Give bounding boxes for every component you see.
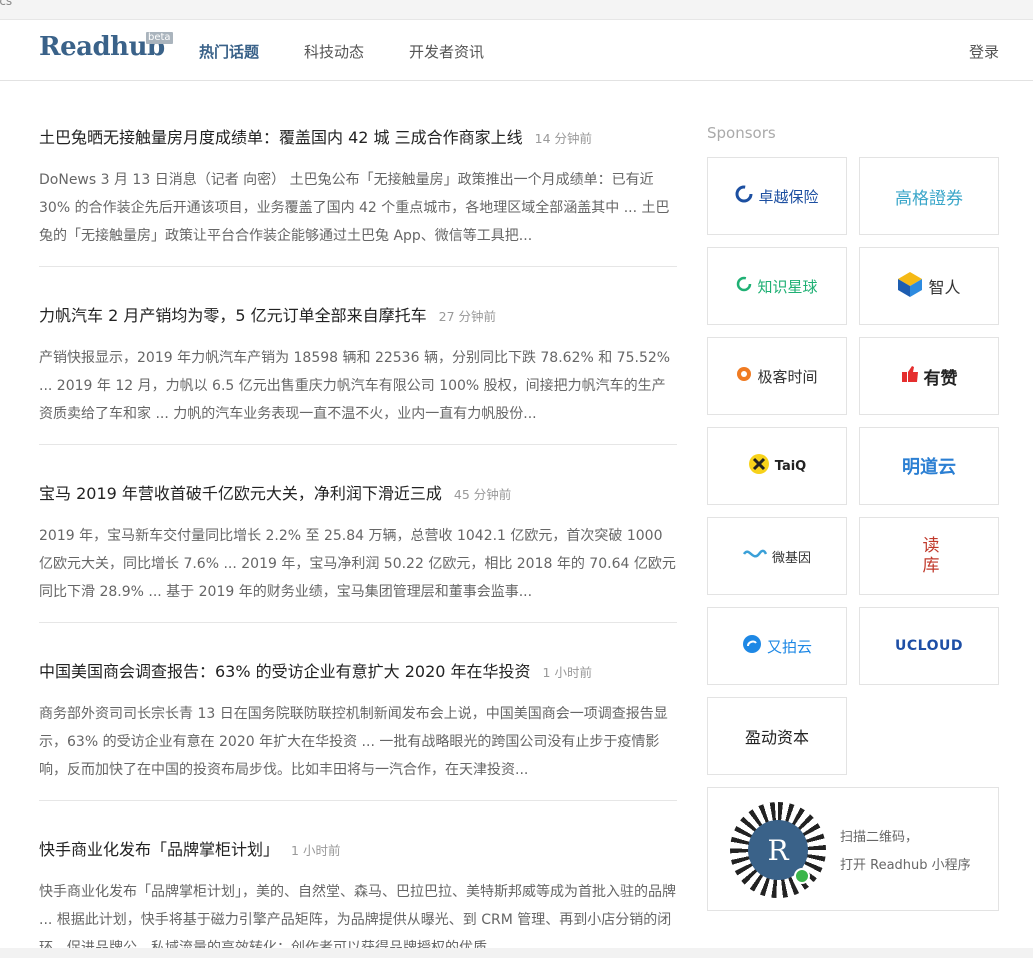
- divider: [39, 444, 677, 445]
- news-title[interactable]: 力帆汽车 2 月产销均为零，5 亿元订单全部来自摩托车: [39, 306, 427, 325]
- dna-icon: [742, 546, 768, 566]
- sponsor-tile[interactable]: 又拍云: [707, 607, 847, 685]
- sponsor-name: 卓越保险: [758, 187, 819, 206]
- sponsor-name: 盈动资本: [744, 728, 809, 747]
- nav-hot-topics[interactable]: 热门话题: [199, 41, 259, 62]
- news-title[interactable]: 土巴兔晒无接触量房月度成绩单：覆盖国内 42 城 三成合作商家上线: [39, 128, 523, 147]
- sponsor-name: TaiQ: [774, 458, 807, 474]
- orange-q-icon: [736, 366, 752, 386]
- beta-badge: beta: [146, 32, 173, 44]
- qr-caption-line2: 打开 Readhub 小程序: [840, 858, 971, 873]
- news-item: 宝马 2019 年营收首破千亿欧元大关，净利润下滑近三成 45 分钟前 2019 …: [39, 480, 677, 606]
- nav-tech-news[interactable]: 科技动态: [304, 41, 364, 62]
- news-title[interactable]: 快手商业化发布「品牌掌柜计划」: [39, 840, 279, 859]
- news-summary: 产销快报显示，2019 年力帆汽车产销为 18598 辆和 22536 辆，分别…: [39, 350, 671, 422]
- qr-caption: 扫描二维码， 打开 Readhub 小程序: [840, 824, 971, 880]
- divider: [39, 800, 677, 801]
- news-summary: DoNews 3 月 13 日消息（记者 向密） 土巴兔公布「无接触量房」政策推…: [39, 172, 670, 244]
- sponsors-heading: Sponsors: [707, 124, 776, 142]
- tab-fragment: ics: [0, 0, 13, 8]
- sponsor-name: 智人: [928, 278, 961, 297]
- sponsor-tile[interactable]: 知识星球: [707, 247, 847, 325]
- news-time: 27 分钟前: [438, 309, 497, 324]
- browser-top-strip: ics: [0, 0, 1033, 20]
- cube-icon: [897, 270, 923, 302]
- news-time: 45 分钟前: [453, 487, 512, 502]
- ring-icon: [736, 276, 752, 296]
- sponsor-tile[interactable]: UCLOUD: [859, 607, 999, 685]
- miniprogram-card: R 扫描二维码， 打开 Readhub 小程序: [707, 787, 999, 911]
- news-item: 快手商业化发布「品牌掌柜计划」 1 小时前 快手商业化发布「品牌掌柜计划」，美的、…: [39, 836, 677, 958]
- wechat-miniprogram-icon: [794, 868, 810, 884]
- news-time: 14 分钟前: [534, 131, 593, 146]
- qr-caption-line1: 扫描二维码，: [840, 830, 919, 845]
- news-item: 力帆汽车 2 月产销均为零，5 亿元订单全部来自摩托车 27 分钟前 产销快报显示…: [39, 302, 677, 428]
- sponsor-tile[interactable]: 读库: [859, 517, 999, 595]
- thumb-icon: [901, 365, 919, 387]
- sponsor-tile[interactable]: 卓越保险: [707, 157, 847, 235]
- news-summary: 快手商业化发布「品牌掌柜计划」，美的、自然堂、森马、巴拉巴拉、美特斯邦威等成为首…: [39, 884, 676, 956]
- divider: [39, 622, 677, 623]
- sponsor-name: 微基因: [771, 550, 811, 566]
- sponsor-tile[interactable]: TaiQ: [707, 427, 847, 505]
- sponsor-name: UCLOUD: [895, 638, 963, 654]
- sponsor-tile[interactable]: 智人: [859, 247, 999, 325]
- news-item: 中国美国商会调查报告：63% 的受访企业有意扩大 2020 年在华投资 1 小时前…: [39, 658, 677, 784]
- c-ring-icon: [735, 185, 753, 207]
- bottom-scroll-strip: [0, 948, 1033, 958]
- sponsor-name: 知识星球: [757, 277, 818, 296]
- news-summary: 2019 年，宝马新车交付量同比增长 2.2% 至 25.84 万辆，总营收 1…: [39, 528, 676, 600]
- sponsor-name: 读库: [918, 536, 939, 576]
- sponsor-name: 明道云: [902, 457, 956, 478]
- sponsor-tile[interactable]: 微基因: [707, 517, 847, 595]
- news-summary: 商务部外资司司长宗长青 13 日在国务院联防联控机制新闻发布会上说，中国美国商会…: [39, 706, 668, 778]
- divider: [39, 266, 677, 267]
- sponsor-name: 又拍云: [766, 637, 812, 656]
- sponsor-name: 高格證券: [895, 188, 963, 209]
- sponsor-name: 有赞: [923, 368, 958, 389]
- news-time: 1 小时前: [542, 665, 592, 680]
- sponsor-tile[interactable]: 极客时间: [707, 337, 847, 415]
- sponsor-name: 极客时间: [757, 367, 818, 386]
- sponsor-tile[interactable]: 明道云: [859, 427, 999, 505]
- news-item: 土巴兔晒无接触量房月度成绩单：覆盖国内 42 城 三成合作商家上线 14 分钟前 …: [39, 124, 677, 250]
- sponsor-tile[interactable]: 有赞: [859, 337, 999, 415]
- nav-dev-news[interactable]: 开发者资讯: [409, 41, 484, 62]
- login-link[interactable]: 登录: [969, 41, 999, 62]
- yellow-circle-icon: [748, 453, 770, 479]
- news-time: 1 小时前: [291, 843, 341, 858]
- news-title[interactable]: 宝马 2019 年营收首破千亿欧元大关，净利润下滑近三成: [39, 484, 442, 503]
- site-header: Readhub beta 热门话题 科技动态 开发者资讯 登录: [0, 20, 1033, 81]
- sponsor-tile[interactable]: 高格證券: [859, 157, 999, 235]
- cloud-icon: [742, 634, 762, 658]
- sponsor-tile[interactable]: 盈动资本: [707, 697, 847, 775]
- news-title[interactable]: 中国美国商会调查报告：63% 的受访企业有意扩大 2020 年在华投资: [39, 662, 531, 681]
